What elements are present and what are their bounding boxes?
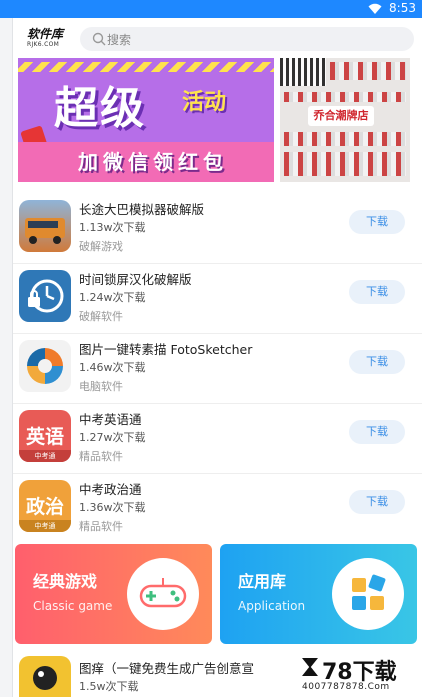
stripe-decoration [18,62,274,72]
app-name: 中考英语通 [79,412,142,427]
app-category: 电脑软件 [79,380,123,393]
list-item[interactable]: 长途大巴模拟器破解版 1.13w次下载 破解游戏 下载 [13,194,422,264]
promo-banner[interactable]: 超级 活动 加微信领红包 乔合潮牌店 [18,58,410,182]
search-placeholder: 搜索 [107,33,132,47]
shelf-decoration [284,152,406,176]
application-library-card[interactable]: 应用库 Application [220,544,417,644]
qr-code-icon [280,58,326,86]
download-count: 1.13w次下载 [79,221,146,234]
header: 软件库 RJK6.COM 搜索 [13,18,422,58]
tuyang-icon [19,656,71,697]
download-count: 1.24w次下载 [79,291,146,304]
download-button[interactable]: 下载 [349,280,405,304]
download-count: 1.46w次下载 [79,361,146,374]
list-item[interactable]: 图片一键转素描 FotoSketcher 1.46w次下载 电脑软件 下载 [13,334,422,404]
list-item[interactable]: 英语 中考通 中考英语通 1.27w次下载 精品软件 下载 [13,404,422,474]
site-logo[interactable]: 软件库 RJK6.COM [27,27,75,49]
classic-games-card[interactable]: 经典游戏 Classic game [15,544,212,644]
app-grid-icon [332,558,404,630]
store-name: 乔合潮牌店 [308,106,374,126]
app-name: 图片一键转素描 FotoSketcher [79,342,253,357]
app-category: 精品软件 [79,520,123,533]
icon-text: 政治 [25,496,64,518]
store-photo[interactable]: 乔合潮牌店 [280,58,410,182]
fotosketcher-icon [19,340,71,392]
app-category: 破解游戏 [79,240,123,253]
download-count: 1.36w次下载 [79,501,146,514]
search-input[interactable]: 搜索 [80,27,414,51]
background-app-edge [0,18,13,697]
icon-subtext: 中考通 [19,450,71,462]
app-category: 精品软件 [79,450,123,463]
promo-image[interactable]: 超级 活动 加微信领红包 [18,58,274,182]
bus-icon [19,200,71,252]
logo-en: RJK6.COM [27,41,60,48]
app-name: 中考政治通 [79,482,142,497]
logo-cn: 软件库 [27,27,64,41]
status-time: 8:53 [389,1,416,15]
gamepad-icon [127,558,199,630]
download-button[interactable]: 下载 [349,420,405,444]
wifi-icon [368,3,382,14]
watermark-logo-icon [302,658,318,676]
download-button[interactable]: 下载 [349,490,405,514]
card-subtitle: Classic game [33,599,113,613]
app-category: 破解软件 [79,310,123,323]
promo-subtitle: 加微信领红包 [78,150,228,174]
watermark-url: 4007787878.Com [302,682,390,692]
card-subtitle: Application [238,599,306,613]
shelf-decoration [284,92,406,102]
download-button[interactable]: 下载 [349,350,405,374]
search-icon [92,32,106,46]
shelf-decoration [284,132,406,146]
download-count: 1.5w次下载 [79,680,139,693]
list-item[interactable]: 时间锁屏汉化破解版 1.24w次下载 破解软件 下载 [13,264,422,334]
promo-title: 超级 [54,83,146,134]
icon-subtext: 中考通 [19,520,71,532]
status-bar: 8:53 [0,0,422,18]
download-button[interactable]: 下载 [349,210,405,234]
app-screen: 8:53 软件库 RJK6.COM 搜索 超级 活动 加微信领红包 乔合潮牌店 … [0,0,422,697]
watermark: 78下载 4007787878.Com [298,652,418,697]
english-icon: 英语 中考通 [19,410,71,462]
shelf-decoration [330,62,406,80]
card-title: 经典游戏 [33,572,98,591]
list-item[interactable]: 政治 中考通 中考政治通 1.36w次下载 精品软件 下载 [13,474,422,544]
app-name: 图痒（一键免费生成广告创意宣 [79,661,255,676]
promo-highlight: 活动 [182,90,227,115]
app-name: 长途大巴模拟器破解版 [79,202,205,217]
card-title: 应用库 [238,572,287,591]
politics-icon: 政治 中考通 [19,480,71,532]
app-name: 时间锁屏汉化破解版 [79,272,192,287]
download-count: 1.27w次下载 [79,431,146,444]
clock-lock-icon [19,270,71,322]
category-cards: 经典游戏 Classic game 应用库 Application [13,544,422,644]
icon-text: 英语 [25,426,64,448]
